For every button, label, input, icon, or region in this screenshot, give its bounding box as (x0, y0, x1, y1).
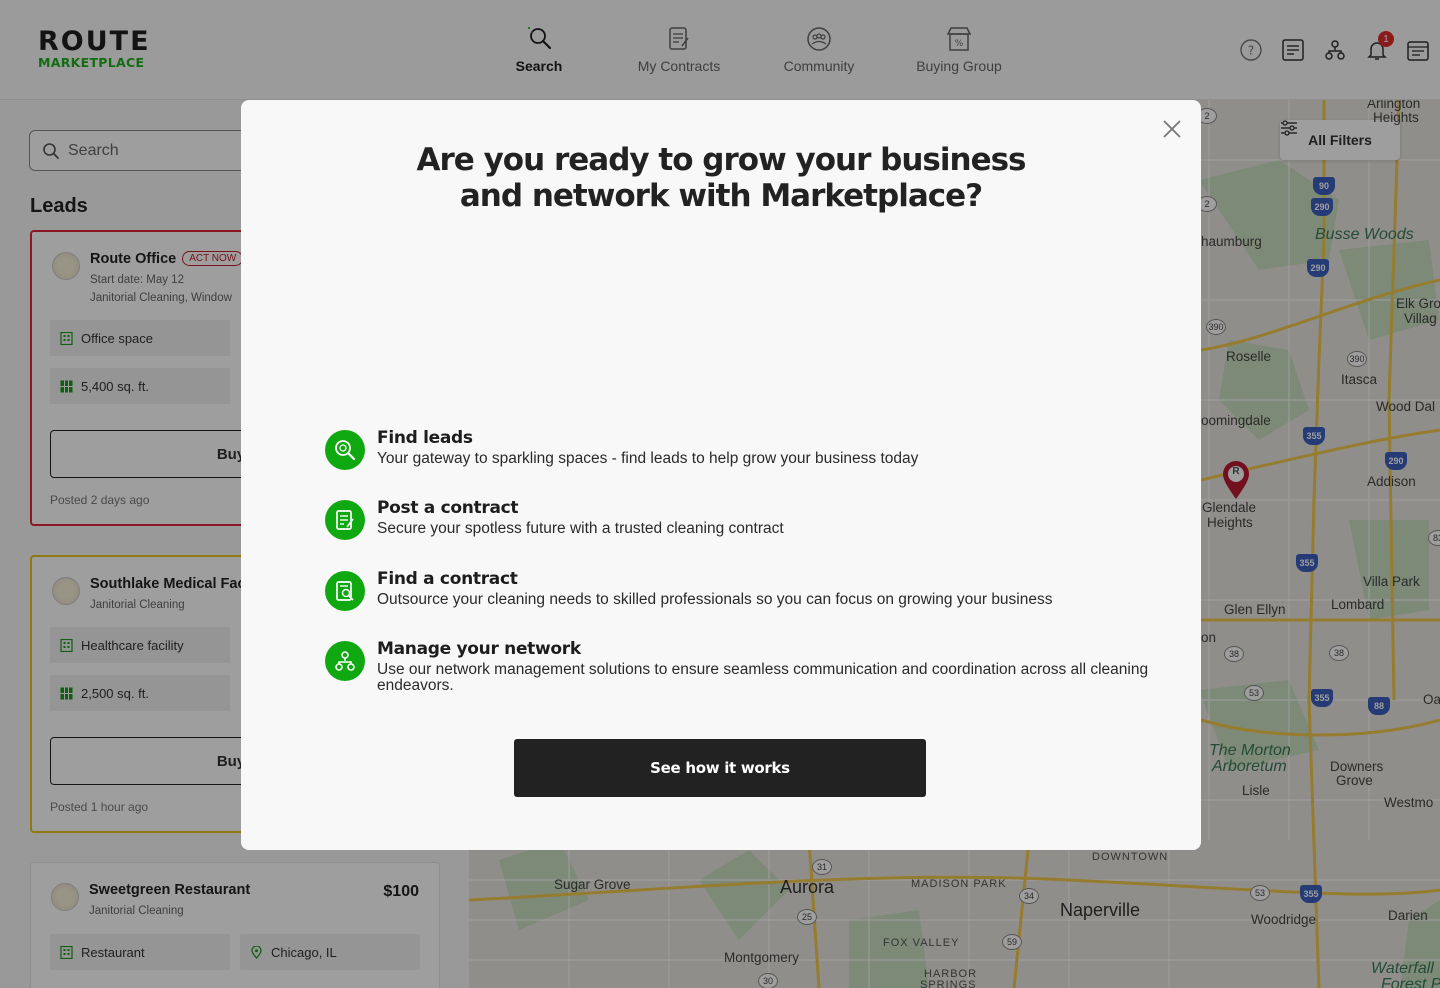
modal-title: Are you ready to grow your business and … (241, 142, 1201, 214)
feature-title: Post a contract (377, 498, 519, 518)
feature-description: Outsource your cleaning needs to skilled… (377, 591, 1053, 608)
post-contract-icon (325, 500, 365, 540)
modal-title-line1: Are you ready to grow your business (416, 142, 1027, 178)
feature-description: Secure your spotless future with a trust… (377, 520, 784, 537)
network-icon (325, 641, 365, 681)
feature-title: Manage your network (377, 639, 581, 659)
find-leads-icon (325, 430, 365, 470)
feature-description: Use our network management solutions to … (377, 661, 1149, 694)
find-contract-icon (325, 571, 365, 611)
feature-description: Your gateway to sparkling spaces - find … (377, 450, 919, 467)
feature-title: Find leads (377, 428, 473, 448)
onboarding-modal: Are you ready to grow your business and … (241, 100, 1201, 850)
see-how-it-works-button[interactable]: See how it works (514, 739, 926, 797)
feature-title: Find a contract (377, 569, 518, 589)
close-icon[interactable] (1159, 116, 1185, 142)
modal-title-line2: and network with Marketplace? (459, 178, 983, 214)
